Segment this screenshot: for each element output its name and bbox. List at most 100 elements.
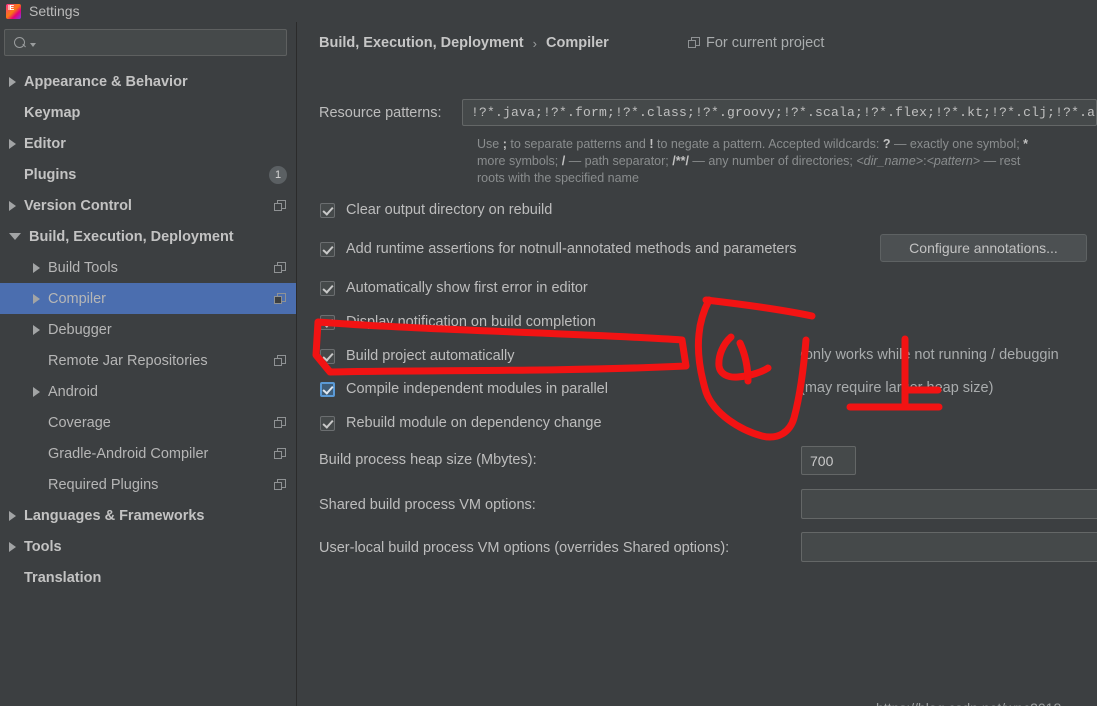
resource-patterns-label: Resource patterns:	[319, 105, 442, 121]
parallel-compile-note: (may require larger heap size)	[800, 380, 994, 396]
chevron-right-icon[interactable]	[9, 138, 16, 149]
resource-patterns-hint-line-1: Use ; to separate patterns and ! to nega…	[477, 137, 1029, 151]
compiler-settings-panel: Build, Execution, Deployment › Compiler …	[298, 22, 1097, 706]
sidebar-item-plugins[interactable]: Plugins 1	[0, 159, 296, 190]
chevron-down-icon[interactable]	[30, 42, 36, 47]
copy-icon	[274, 261, 286, 274]
checkbox-indicator[interactable]	[320, 381, 335, 397]
chevron-right-icon[interactable]	[33, 262, 40, 273]
copy-icon	[274, 199, 286, 212]
sidebar-item-label: Required Plugins	[48, 476, 159, 493]
sidebar-item-build-tools[interactable]: Build Tools	[0, 252, 296, 283]
configure-annotations-button[interactable]: Configure annotations...	[880, 234, 1087, 262]
title-bar: Settings	[0, 0, 1097, 22]
checkbox-label: Display notification on build completion	[346, 314, 596, 330]
checkbox-clear-output-directory-on-rebuild[interactable]: Clear output directory on rebuild	[320, 202, 552, 218]
checkbox-label: Rebuild module on dependency change	[346, 415, 602, 431]
search-icon	[13, 35, 29, 51]
chevron-right-icon[interactable]	[33, 386, 40, 397]
watermark-text: https://blog.csdn.net/wpc2018	[876, 700, 1061, 706]
sidebar-item-coverage[interactable]: Coverage	[0, 407, 296, 438]
chevron-right-icon[interactable]	[9, 541, 16, 552]
project-scope-indicator: For current project	[688, 35, 824, 51]
chevron-right-icon[interactable]	[9, 510, 16, 521]
intellij-idea-logo-icon	[6, 3, 21, 19]
sidebar-item-keymap[interactable]: Keymap	[0, 97, 296, 128]
breadcrumb-parent[interactable]: Build, Execution, Deployment	[319, 35, 524, 51]
sidebar-item-gradle-android-compiler[interactable]: Gradle-Android Compiler	[0, 438, 296, 469]
sidebar-item-tools[interactable]: Tools	[0, 531, 296, 562]
window-title: Settings	[29, 3, 80, 19]
sidebar-item-label: Editor	[24, 135, 66, 152]
breadcrumb-separator: ›	[532, 35, 537, 51]
chevron-down-icon[interactable]	[9, 233, 21, 240]
resource-patterns-hint-line-3: roots with the specified name	[477, 171, 639, 185]
sidebar-item-version-control[interactable]: Version Control	[0, 190, 296, 221]
chevron-right-icon[interactable]	[9, 200, 16, 211]
checkbox-indicator[interactable]	[320, 202, 335, 218]
sidebar-item-label: Compiler	[48, 290, 107, 307]
sidebar-item-label: Build, Execution, Deployment	[29, 228, 234, 245]
sidebar-item-label: Keymap	[24, 104, 81, 121]
copy-icon	[274, 416, 286, 429]
breadcrumb-current: Compiler	[545, 35, 609, 51]
sidebar-item-label: Android	[48, 383, 98, 400]
sidebar-item-debugger[interactable]: Debugger	[0, 314, 296, 345]
chevron-right-icon[interactable]	[9, 76, 16, 87]
copy-icon	[274, 447, 286, 460]
settings-window: Settings Appearance & Behavior Keymap Edit…	[0, 0, 1097, 706]
checkbox-label: Build project automatically	[346, 348, 515, 364]
sidebar-item-android[interactable]: Android	[0, 376, 296, 407]
sidebar-item-label: Translation	[24, 569, 102, 586]
chevron-right-icon[interactable]	[33, 293, 40, 304]
heap-size-value: 700	[810, 452, 834, 469]
checkbox-label: Add runtime assertions for notnull-annot…	[346, 241, 797, 257]
checkbox-display-notification-on-build-completion[interactable]: Display notification on build completion	[320, 314, 596, 330]
checkbox-compile-independent-modules-in-parallel[interactable]: Compile independent modules in parallel	[320, 381, 608, 397]
sidebar-item-label: Gradle-Android Compiler	[48, 445, 209, 462]
breadcrumb: Build, Execution, Deployment › Compiler	[319, 35, 609, 51]
sidebar-item-label: Plugins	[24, 166, 77, 183]
sidebar-item-required-plugins[interactable]: Required Plugins	[0, 469, 296, 500]
user-local-vm-options-label: User-local build process VM options (ove…	[319, 540, 730, 556]
search-input[interactable]	[4, 29, 287, 56]
build-automatically-note: (only works while not running / debuggin	[800, 347, 1059, 363]
sidebar-item-label: Remote Jar Repositories	[48, 352, 208, 369]
checkbox-indicator[interactable]	[320, 280, 335, 296]
checkbox-indicator[interactable]	[320, 314, 335, 330]
checkbox-indicator[interactable]	[320, 348, 335, 364]
checkbox-build-project-automatically[interactable]: Build project automatically	[320, 348, 514, 364]
sidebar-item-build-execution-deployment[interactable]: Build, Execution, Deployment	[0, 221, 296, 252]
checkbox-label: Compile independent modules in parallel	[346, 381, 608, 397]
checkbox-indicator[interactable]	[320, 415, 335, 431]
resource-patterns-input[interactable]: !?*.java;!?*.form;!?*.class;!?*.groovy;!…	[462, 99, 1097, 126]
resource-patterns-value: !?*.java;!?*.form;!?*.class;!?*.groovy;!…	[471, 105, 1096, 120]
project-scope-label: For current project	[706, 35, 825, 51]
checkbox-indicator[interactable]	[320, 241, 335, 257]
sidebar-item-label: Languages & Frameworks	[24, 507, 205, 524]
sidebar-item-remote-jar-repositories[interactable]: Remote Jar Repositories	[0, 345, 296, 376]
sidebar-item-languages-frameworks[interactable]: Languages & Frameworks	[0, 500, 296, 531]
resource-patterns-hint-line-2: more symbols; / — path separator; /**/ —…	[477, 154, 1021, 168]
user-local-vm-options-input[interactable]	[801, 532, 1097, 562]
sidebar-item-appearance-behavior[interactable]: Appearance & Behavior	[0, 66, 296, 97]
checkbox-add-runtime-assertions-for-notnull-annotated-methods-and-parameters[interactable]: Add runtime assertions for notnull-annot…	[320, 241, 797, 257]
sidebar-search-wrap	[0, 22, 296, 56]
sidebar-item-label: Appearance & Behavior	[24, 73, 188, 90]
heap-size-input[interactable]: 700	[801, 446, 856, 475]
chevron-right-icon[interactable]	[33, 324, 40, 335]
checkbox-label: Clear output directory on rebuild	[346, 202, 553, 218]
copy-icon	[274, 478, 286, 491]
sidebar-item-label: Build Tools	[48, 259, 118, 276]
checkbox-automatically-show-first-error-in-editor[interactable]: Automatically show first error in editor	[320, 280, 588, 296]
sidebar-item-compiler[interactable]: Compiler	[0, 283, 296, 314]
sidebar-item-editor[interactable]: Editor	[0, 128, 296, 159]
copy-icon	[274, 354, 286, 367]
checkbox-rebuild-module-on-dependency-change[interactable]: Rebuild module on dependency change	[320, 415, 602, 431]
sidebar-item-label: Version Control	[24, 197, 132, 214]
sidebar-item-label: Debugger	[48, 321, 112, 338]
shared-vm-options-input[interactable]	[801, 489, 1097, 519]
sidebar-item-translation[interactable]: Translation	[0, 562, 296, 593]
sidebar-item-label: Coverage	[48, 414, 111, 431]
settings-tree: Appearance & Behavior Keymap Editor Plugins…	[0, 66, 296, 593]
